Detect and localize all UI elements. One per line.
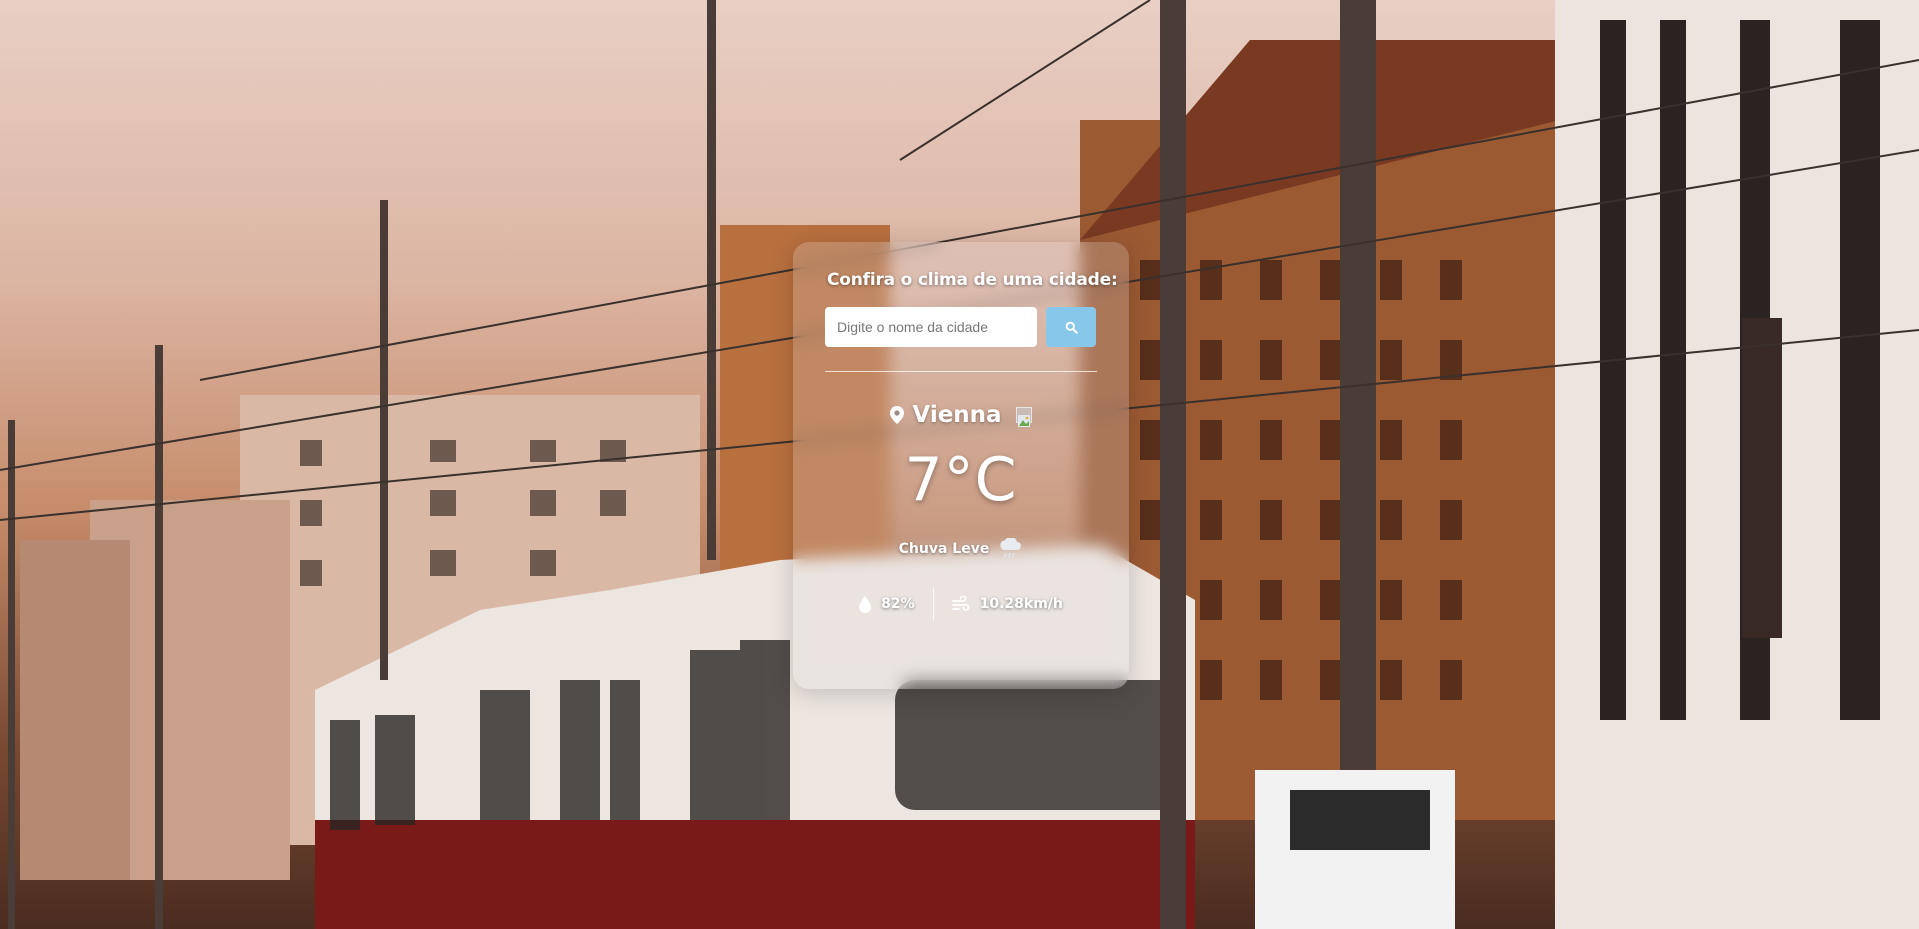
details-row: 82% 10.28km/h	[825, 588, 1097, 620]
search-form	[825, 307, 1097, 347]
temperature-value: 7	[904, 445, 944, 515]
humidity-detail: 82%	[841, 595, 933, 613]
wind-icon	[951, 596, 970, 612]
weather-card: Confira o clima de uma cidade: Vienna	[793, 242, 1129, 689]
weather-description: Chuva Leve	[898, 541, 990, 557]
wind-value: 10.28km/h	[979, 596, 1063, 612]
temperature: 7°C	[825, 450, 1097, 510]
divider	[825, 371, 1097, 372]
wind-detail: 10.28km/h	[934, 596, 1081, 612]
weather-description-row: Chuva Leve	[825, 538, 1097, 560]
temperature-unit: °C	[943, 445, 1018, 515]
search-button[interactable]	[1046, 307, 1096, 347]
broken-image-icon	[1015, 407, 1032, 427]
city-name: Vienna	[912, 402, 1002, 428]
card-title: Confira o clima de uma cidade:	[827, 270, 1118, 290]
cloud-rain-icon	[997, 538, 1023, 560]
city-search-input[interactable]	[825, 307, 1037, 347]
droplet-icon	[859, 595, 872, 613]
humidity-value: 82%	[881, 596, 915, 612]
map-pin-icon	[890, 406, 905, 424]
search-icon	[1065, 321, 1078, 334]
city-row: Vienna	[825, 402, 1097, 428]
